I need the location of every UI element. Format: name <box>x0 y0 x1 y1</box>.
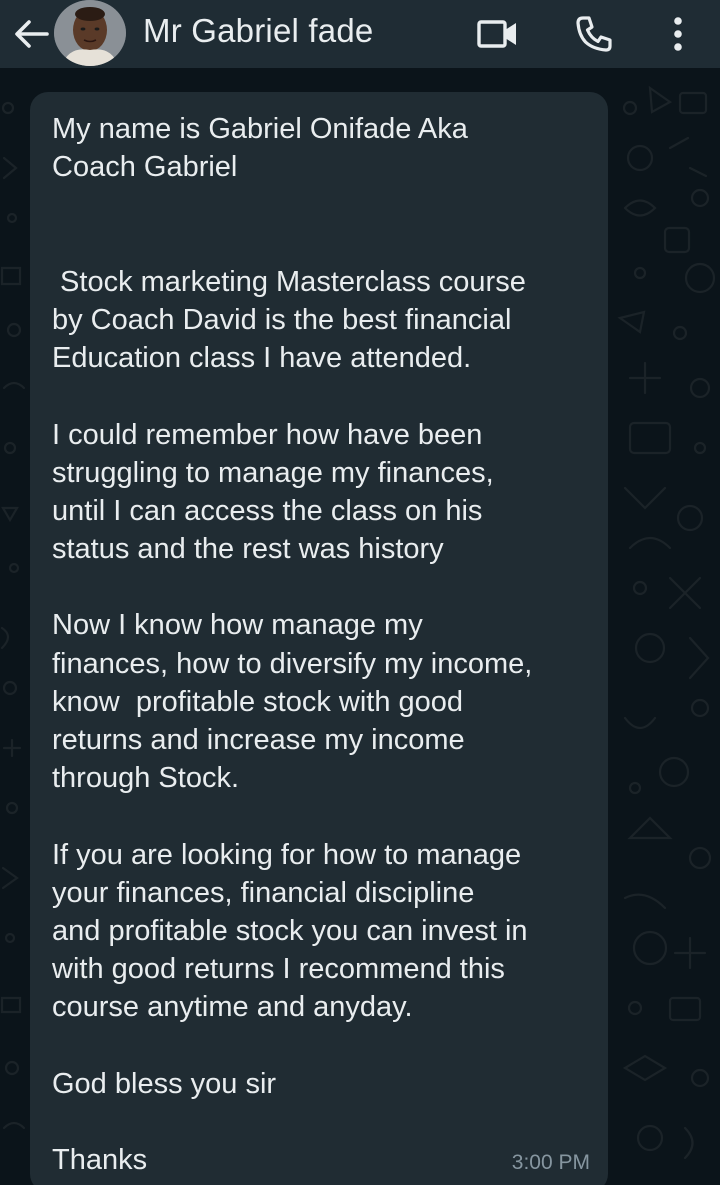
message-line <box>52 225 588 263</box>
voice-call-button[interactable] <box>566 12 622 56</box>
message-line: My name is Gabriel Onifade Aka <box>52 113 468 145</box>
message-line: Thanks <box>52 1144 148 1177</box>
video-call-button[interactable] <box>470 12 526 56</box>
message-line: Stock marketing Masterclass course <box>52 265 526 298</box>
message-line: know profitable stock with good <box>52 685 464 718</box>
message-line: course anytime and anyday. <box>52 991 413 1024</box>
message-line <box>52 797 588 835</box>
back-button[interactable] <box>10 14 52 54</box>
message-line: and profitable stock you can invest in <box>52 914 528 947</box>
avatar[interactable] <box>54 0 126 66</box>
more-options-button[interactable] <box>656 12 700 56</box>
message-line: returns and increase my income <box>52 724 465 756</box>
message-text: My name is Gabriel Onifade Aka Coach Gabr… <box>52 110 588 1179</box>
video-camera-icon <box>477 20 516 48</box>
chat-area[interactable]: My name is Gabriel Onifade Aka Coach Gabr… <box>0 68 720 1185</box>
message-line: your finances, financial discipline <box>52 876 475 909</box>
message-line <box>52 186 588 224</box>
message-line: until I can access the class on his <box>52 494 483 527</box>
phone-icon <box>576 16 612 52</box>
more-vertical-icon <box>674 17 682 51</box>
message-time: 3:00 PM <box>511 1151 590 1174</box>
message-line <box>52 568 588 606</box>
message-line: finances, how to diversify my income, <box>52 647 533 680</box>
arrow-left-icon <box>15 20 49 48</box>
message-line: status and the rest was history <box>52 533 444 566</box>
message-line <box>52 1103 588 1141</box>
message-line: If you are looking for how to manage <box>52 838 522 871</box>
message-line: Education class I have attended. <box>52 342 472 375</box>
message-line: I could remember how have been <box>52 418 483 451</box>
message-bubble[interactable]: My name is Gabriel Onifade Aka Coach Gabr… <box>30 92 608 1185</box>
message-line: by Coach David is the best financial <box>52 303 512 336</box>
message-line: struggling to manage my finances, <box>52 456 494 489</box>
message-line <box>52 377 588 415</box>
message-line: Now I know how manage my <box>52 609 423 642</box>
contact-name[interactable]: Mr Gabriel fade <box>143 12 373 50</box>
message-line: Coach Gabriel <box>52 151 238 184</box>
message-line: with good returns I recommend this <box>52 953 505 986</box>
message-line <box>52 1027 588 1065</box>
message-line: God bless you sir <box>52 1067 277 1100</box>
message-line: through Stock. <box>52 762 239 795</box>
chat-header: Mr Gabriel fade <box>0 0 720 68</box>
